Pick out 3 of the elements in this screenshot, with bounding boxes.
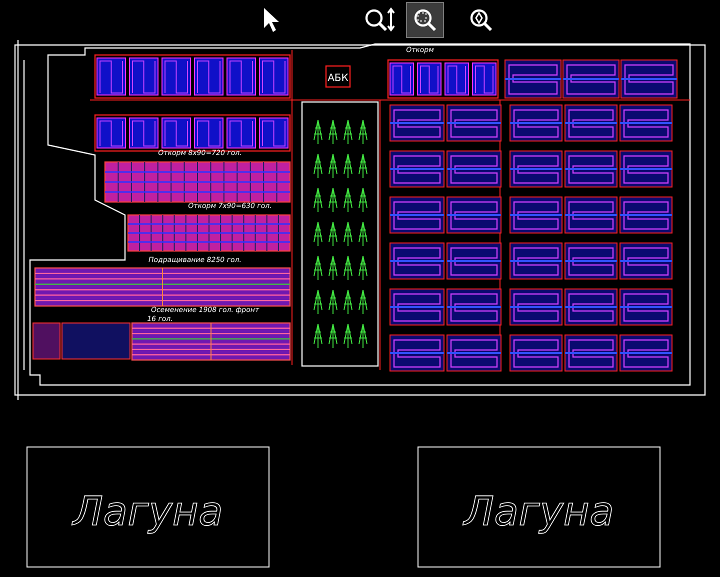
lagoon-label: Лагуна	[73, 489, 223, 535]
building-label: АБК	[328, 73, 348, 84]
lagoon-label: Лагуна	[464, 489, 614, 535]
